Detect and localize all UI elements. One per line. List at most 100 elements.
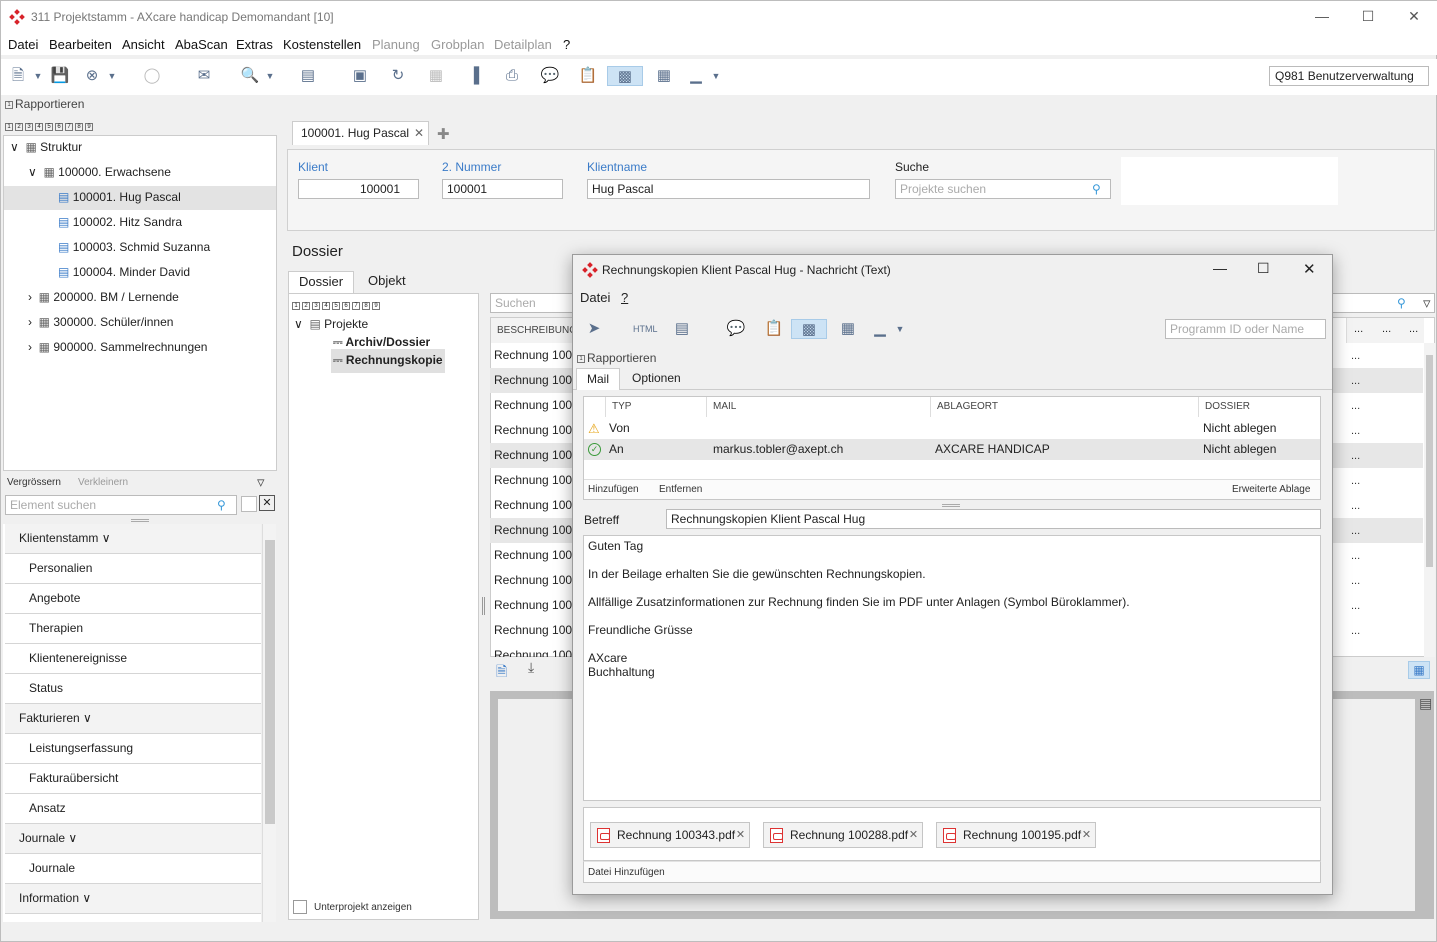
col-mail[interactable]: MAIL <box>707 397 931 417</box>
menu-bearbeiten[interactable]: Bearbeiten <box>49 37 112 52</box>
menu-extras[interactable]: Extras <box>236 37 273 52</box>
dossier-level-selector[interactable]: 123456789 <box>292 298 382 312</box>
dossier-rechnungskopie[interactable]: ⎓ Rechnungskopie <box>331 349 445 373</box>
preview-icon[interactable]: ▣ <box>349 66 371 86</box>
minimize-button[interactable]: — <box>1299 1 1345 33</box>
tab-dossier[interactable]: Dossier <box>288 271 355 293</box>
chevron-down-icon[interactable]: ▼ <box>705 66 727 86</box>
tree-item-hitz[interactable]: ▤ 100002. Hitz Sandra <box>58 211 182 235</box>
menu-abascan[interactable]: AbaScan <box>175 37 228 52</box>
mail-icon[interactable]: ✉ <box>193 66 215 86</box>
nav-section-fakturieren[interactable]: Fakturieren ∨ <box>5 704 261 734</box>
table-row[interactable]: Rechnung 100 <box>490 393 574 418</box>
nummer-input[interactable]: 100001 <box>442 179 563 199</box>
tree-root[interactable]: ∨ ▦ Struktur <box>10 136 82 160</box>
table-row[interactable]: Rechnung 100 <box>490 518 574 543</box>
tab-mail[interactable]: Mail <box>576 368 621 390</box>
dialog-close-button[interactable]: ✕ <box>1303 260 1316 278</box>
attachment-item[interactable]: Rechnung 100195.pdf ✕ <box>936 822 1097 848</box>
panel-icon[interactable]: ▤ <box>1419 695 1432 712</box>
col-dossier[interactable]: DOSSIER <box>1199 397 1320 417</box>
dialog-maximize-button[interactable]: ☐ <box>1257 260 1270 277</box>
tree-group-sammel[interactable]: › ▦ 900000. Sammelrechnungen <box>28 336 207 360</box>
table-row[interactable]: Rechnung 100 <box>490 418 574 443</box>
record-tab[interactable]: 100001. Hug Pascal ✕ <box>292 121 429 145</box>
menu-ansicht[interactable]: Ansicht <box>122 37 165 52</box>
send-icon[interactable]: ➤ <box>583 319 605 339</box>
history-icon[interactable]: ◯ <box>141 66 163 86</box>
nav-scrollbar[interactable] <box>262 524 276 922</box>
chevron-down-icon[interactable]: ▼ <box>889 319 911 339</box>
level-selector[interactable]: 123456789 <box>5 119 95 131</box>
add-file-button[interactable]: Datei Hinzufügen <box>588 867 665 878</box>
text-icon[interactable]: ▤ <box>671 319 693 339</box>
table-row[interactable]: Rechnung 100 <box>490 443 574 468</box>
nav-item-status[interactable]: Status <box>5 674 261 704</box>
table-row[interactable]: Rechnung 100 <box>490 468 574 493</box>
nav-item-therapien[interactable]: Therapien <box>5 614 261 644</box>
window-icon[interactable]: ▩ <box>791 319 827 339</box>
nav-item-journale[interactable]: Journale <box>5 854 261 884</box>
nav-section-klientenstamm[interactable]: Klientenstamm ∨ <box>5 524 261 554</box>
table-row[interactable]: Rechnung 100 <box>490 368 574 393</box>
extended-storage-button[interactable]: Erweiterte Ablage <box>1232 484 1310 495</box>
chart-icon[interactable]: ▁ <box>685 66 707 86</box>
element-search-input[interactable]: Element suchen <box>5 495 237 515</box>
save-icon[interactable]: 💾 <box>49 66 71 86</box>
project-search-input[interactable]: Projekte suchen <box>895 179 1111 199</box>
subproject-checkbox[interactable] <box>293 900 307 914</box>
menu-datei[interactable]: Datei <box>8 37 38 52</box>
table-row[interactable]: Rechnung 100 <box>490 593 574 618</box>
menu-kostenstellen[interactable]: Kostenstellen <box>283 37 361 52</box>
table-row[interactable]: Rechnung 100 <box>490 618 574 643</box>
remove-attachment-icon[interactable]: ✕ <box>1082 823 1091 847</box>
dialog-minimize-button[interactable]: — <box>1213 260 1227 276</box>
menu-help[interactable]: ? <box>563 37 570 52</box>
table-row[interactable]: Rechnung 100 <box>490 543 574 568</box>
print-icon[interactable]: ⎙ <box>501 66 523 86</box>
close-button[interactable]: ✕ <box>1391 1 1437 33</box>
add-document-icon[interactable]: 🗎 <box>496 661 507 685</box>
menu-detailplan[interactable]: Detailplan <box>494 37 552 52</box>
layout-icon[interactable]: ▦ <box>837 319 859 339</box>
tab-objekt[interactable]: Objekt <box>358 271 416 293</box>
cancel-icon[interactable]: ⊗ <box>81 66 103 86</box>
attachment-item[interactable]: Rechnung 100288.pdf ✕ <box>763 822 924 848</box>
shrink-button[interactable]: Verkleinern <box>78 477 128 488</box>
tree-group-schueler[interactable]: › ▦ 300000. Schüler/innen <box>28 311 173 335</box>
klientname-input[interactable]: Hug Pascal <box>587 179 870 199</box>
nav-section-information[interactable]: Information ∨ <box>5 884 261 914</box>
filter-icon[interactable]: ▿ <box>1423 294 1431 312</box>
tree-item-schmid[interactable]: ▤ 100003. Schmid Suzanna <box>58 236 210 260</box>
nav-item-leistungserfassung[interactable]: Leistungserfassung <box>5 734 261 764</box>
tree-item-hug[interactable]: ▤ 100001. Hug Pascal <box>4 186 276 210</box>
add-tab-icon[interactable]: ✚ <box>437 125 450 143</box>
add-recipient-button[interactable]: Hinzufügen <box>588 484 639 495</box>
chevron-down-icon[interactable]: ▼ <box>27 66 49 86</box>
table-row[interactable]: ✓ An markus.tobler@axept.ch AXCARE HANDI… <box>584 439 1320 460</box>
tree-group-erwachsene[interactable]: ∨ ▦ 100000. Erwachsene <box>28 161 171 185</box>
table-row[interactable]: Rechnung 100 <box>490 568 574 593</box>
remove-attachment-icon[interactable]: ✕ <box>736 823 745 847</box>
nav-item-personalien[interactable]: Personalien <box>5 554 261 584</box>
barcode-icon[interactable]: ▐ <box>463 66 485 86</box>
grid-icon[interactable]: ▦ <box>425 66 447 86</box>
remove-attachment-icon[interactable]: ✕ <box>909 823 918 847</box>
html-icon[interactable]: HTML <box>633 319 658 339</box>
chat-icon[interactable]: 💬 <box>725 319 747 339</box>
chat-icon[interactable]: 💬 <box>539 66 561 86</box>
tab-optionen[interactable]: Optionen <box>622 368 691 390</box>
clear-icon[interactable]: ✕ <box>259 495 275 511</box>
refresh-icon[interactable]: ↻ <box>387 66 409 86</box>
clipboard-icon[interactable]: 📋 <box>577 66 599 86</box>
chevron-down-icon[interactable]: ▼ <box>101 66 123 86</box>
chart-icon[interactable]: ▁ <box>869 319 891 339</box>
table-row[interactable]: Rechnung 100 <box>490 643 574 657</box>
nav-item-klientenereignisse[interactable]: Klientenereignisse <box>5 644 261 674</box>
col-beschreibung[interactable]: BESCHREIBUNG <box>491 318 577 343</box>
subject-input[interactable]: Rechnungskopien Klient Pascal Hug <box>666 509 1321 529</box>
klient-input[interactable]: 100001 <box>298 179 419 199</box>
message-body[interactable]: Guten Tag In der Beilage erhalten Sie di… <box>583 535 1321 801</box>
search-document-icon[interactable]: 🔍 <box>239 66 261 86</box>
table-row[interactable]: ⚠ Von Nicht ablegen <box>584 418 1320 439</box>
